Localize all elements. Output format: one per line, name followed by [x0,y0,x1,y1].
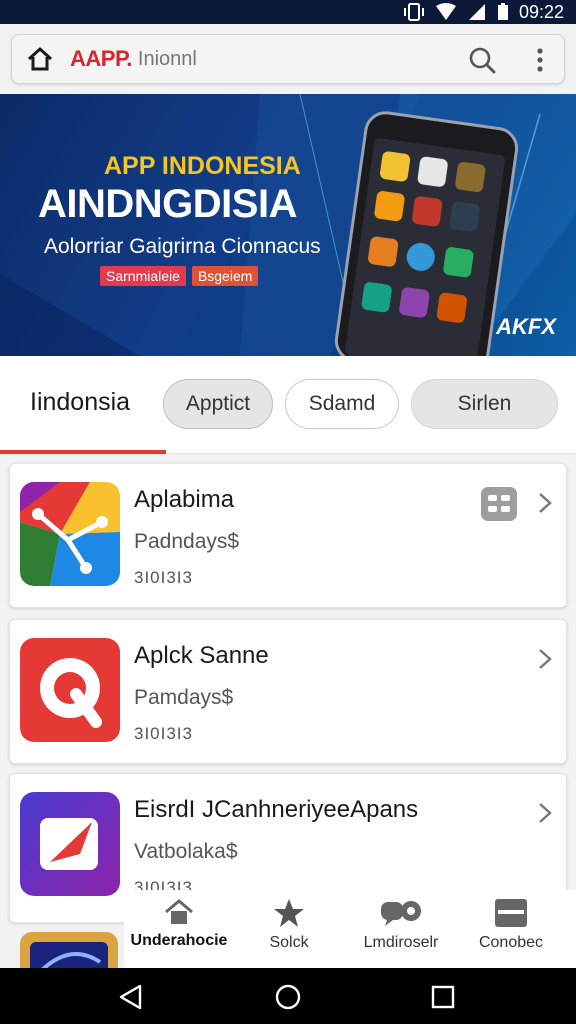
search-input[interactable]: Inionnl [138,48,197,71]
chevron-right-icon[interactable] [538,648,552,670]
recents-icon[interactable] [430,984,456,1010]
app-subtitle: Pamdays$ [134,686,234,709]
nav-label: Underahocie [130,932,228,949]
wifi-icon [435,3,456,20]
home-icon[interactable] [26,45,54,73]
search-icon[interactable] [468,46,496,74]
app-icon-aplabima [20,482,120,586]
app-name: Aplck Sanne [134,642,269,669]
star-icon [274,899,304,927]
app-subtitle: Padndays$ [134,530,240,553]
app-list-item[interactable]: Aplck Sanne Pamdays$ 3I0I3I3 [9,619,567,764]
signal-icon [468,4,485,20]
chat-icon [381,901,421,926]
nav-item-menu[interactable]: Conobec [456,898,566,968]
grid-badge-icon[interactable] [480,486,518,522]
nav-item-star[interactable]: Solck [234,898,344,968]
nav-item-home[interactable]: Underahocie [124,898,234,968]
more-options-icon[interactable] [530,45,550,75]
home-circle-icon[interactable] [275,984,301,1010]
bottom-navigation: Underahocie Solck Lmdiroselr Conobec [124,890,576,968]
banner-tag: Sarnmialeie [100,266,186,286]
filter-chip-apptict[interactable]: Apptict [163,379,273,429]
nav-label: Solck [269,934,309,951]
banner-tags: Sarnmialeie Bsgeiem [100,266,259,286]
app-icon-aplck-sanne [20,638,120,742]
app-list-item[interactable]: Aplabima Padndays$ 3I0I3I3 [9,463,567,608]
chevron-right-icon[interactable] [538,492,552,514]
app-root: 09:22 AAPP. Inionnl APP INDONESIA AINDNG… [0,0,576,1024]
status-time: 09:22 [518,1,564,22]
banner-logo: AKFX [496,314,556,339]
nav-item-chat[interactable]: Lmdiroselr [346,898,456,968]
brand-logo-text: AAPP. [70,46,132,71]
filter-chip-sirlen[interactable]: Sirlen [411,379,558,429]
banner-kicker: APP INDONESIA [104,152,301,180]
category-tabs: Iindonsia Apptict Sdamd Sirlen [0,356,576,454]
home-icon [165,899,193,924]
nav-label: Lmdiroselr [363,934,439,951]
chevron-right-icon[interactable] [538,802,552,824]
app-subtitle: Vatbolaka$ [134,840,238,863]
app-name: EisrdI JCanhneriyeeApans [134,796,419,823]
banner-subtitle: Aolorriar Gaigrirna Cionnacus [44,235,321,258]
battery-icon [497,3,508,20]
banner-headline: AINDNGDISIA [38,182,297,226]
app-name: Aplabima [134,486,235,513]
app-icon-eisrdi [20,792,120,896]
filter-chip-sdamd[interactable]: Sdamd [285,379,399,429]
menu-icon [495,899,527,927]
nav-label: Conobec [478,934,544,951]
app-meta: 3I0I3I3 [134,568,193,587]
search-bar[interactable]: AAPP. Inionnl [11,34,565,84]
back-icon[interactable] [118,984,144,1010]
status-bar: 09:22 [0,0,576,24]
app-meta: 3I0I3I3 [134,724,193,743]
tab-indonesia[interactable]: Iindonsia [30,388,130,417]
active-tab-indicator [0,450,166,454]
system-navigation-bar [0,968,576,1024]
vibrate-icon [403,3,424,21]
banner-tag: Bsgeiem [191,266,259,286]
